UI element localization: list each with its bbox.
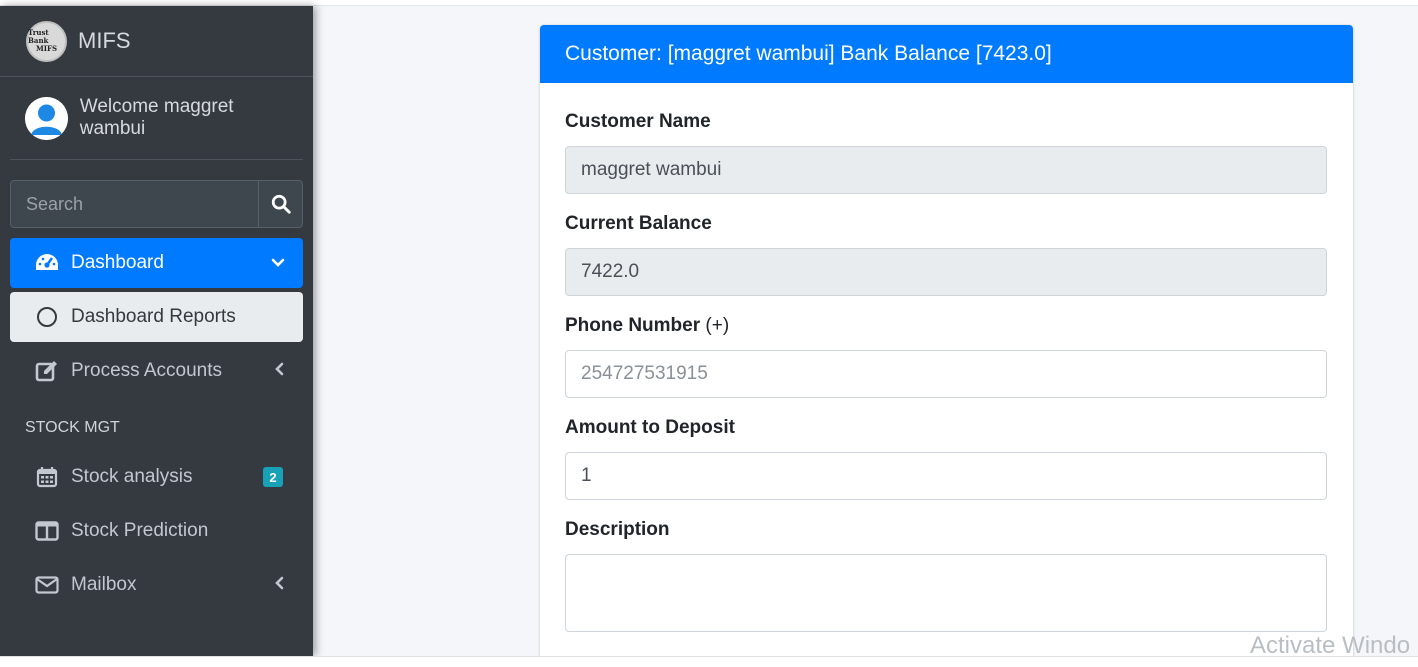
card-body: Customer Name Current Balance Phone Numb… bbox=[540, 83, 1353, 637]
amount-group: Amount to Deposit bbox=[565, 417, 1328, 500]
brand-name: MIFS bbox=[78, 28, 131, 53]
phone-number-group: Phone Number (+) bbox=[565, 315, 1328, 398]
phone-number-label-wrap: Phone Number (+) bbox=[565, 315, 1328, 337]
envelope-icon bbox=[34, 573, 60, 597]
nav-stock-prediction-label: Stock Prediction bbox=[71, 520, 209, 541]
current-balance-field[interactable] bbox=[565, 248, 1327, 296]
phone-number-field[interactable] bbox=[565, 350, 1327, 398]
nav-stock-analysis[interactable]: Stock analysis 2 bbox=[10, 452, 303, 502]
current-balance-group: Current Balance bbox=[565, 213, 1328, 296]
nav-section-header: STOCK MGT bbox=[25, 419, 120, 436]
sidebar: Trust Bank MIFS MIFS Welcome maggret wam… bbox=[0, 6, 313, 656]
description-field[interactable] bbox=[565, 554, 1327, 632]
deposit-card: Customer: [maggret wambui] Bank Balance … bbox=[540, 25, 1353, 656]
chevron-down-icon bbox=[271, 252, 285, 274]
phone-number-label: Phone Number bbox=[565, 315, 701, 336]
stock-analysis-badge: 2 bbox=[263, 467, 283, 487]
card-title: Customer: [maggret wambui] Bank Balance … bbox=[565, 42, 1052, 65]
nav-mailbox-label: Mailbox bbox=[71, 574, 137, 595]
description-group: Description bbox=[565, 519, 1328, 637]
phone-number-hint: (+) bbox=[705, 315, 730, 336]
description-label: Description bbox=[565, 519, 670, 540]
sidebar-nav: Dashboard Dashboard Reports Process Acco… bbox=[0, 238, 313, 610]
tachometer-icon bbox=[34, 251, 60, 275]
nav-dashboard-reports-label: Dashboard Reports bbox=[71, 306, 236, 327]
sidebar-search bbox=[10, 180, 303, 228]
chevron-left-icon bbox=[275, 360, 285, 382]
brand-logo-line2: MIFS bbox=[35, 44, 58, 53]
brand-logo-line1: Trust Bank bbox=[28, 28, 49, 45]
nav-process-accounts[interactable]: Process Accounts bbox=[10, 346, 303, 396]
calendar-icon bbox=[34, 465, 60, 489]
chevron-left-icon bbox=[275, 574, 285, 596]
circle-icon bbox=[34, 305, 60, 329]
bottom-strip bbox=[0, 656, 1418, 667]
activation-watermark: Activate Windo bbox=[1250, 632, 1411, 659]
nav-stock-analysis-label: Stock analysis bbox=[71, 466, 193, 487]
brand-link[interactable]: Trust Bank MIFS MIFS bbox=[0, 6, 313, 77]
customer-name-field[interactable] bbox=[565, 146, 1327, 194]
card-header: Customer: [maggret wambui] Bank Balance … bbox=[540, 25, 1353, 83]
user-welcome[interactable]: Welcome maggret wambui bbox=[80, 96, 303, 140]
nav-process-accounts-label: Process Accounts bbox=[71, 360, 223, 381]
amount-field[interactable] bbox=[565, 452, 1327, 500]
nav-mailbox[interactable]: Mailbox bbox=[10, 560, 303, 610]
search-input[interactable] bbox=[11, 181, 258, 227]
edit-icon bbox=[34, 359, 60, 383]
search-icon bbox=[271, 194, 291, 214]
current-balance-label: Current Balance bbox=[565, 213, 712, 234]
nav-stock-prediction[interactable]: Stock Prediction bbox=[10, 506, 303, 556]
nav-dashboard-label: Dashboard bbox=[71, 252, 164, 273]
amount-label: Amount to Deposit bbox=[565, 417, 735, 438]
search-button[interactable] bbox=[258, 181, 302, 227]
user-avatar-icon[interactable] bbox=[25, 96, 68, 140]
content-wrapper: Customer: [maggret wambui] Bank Balance … bbox=[313, 6, 1418, 656]
brand-logo: Trust Bank MIFS bbox=[26, 20, 67, 62]
user-panel: Welcome maggret wambui bbox=[10, 77, 303, 160]
customer-name-label: Customer Name bbox=[565, 111, 711, 132]
nav-dashboard[interactable]: Dashboard bbox=[10, 238, 303, 288]
columns-icon bbox=[34, 519, 60, 543]
customer-name-group: Customer Name bbox=[565, 111, 1328, 194]
nav-dashboard-reports[interactable]: Dashboard Reports bbox=[10, 292, 303, 342]
